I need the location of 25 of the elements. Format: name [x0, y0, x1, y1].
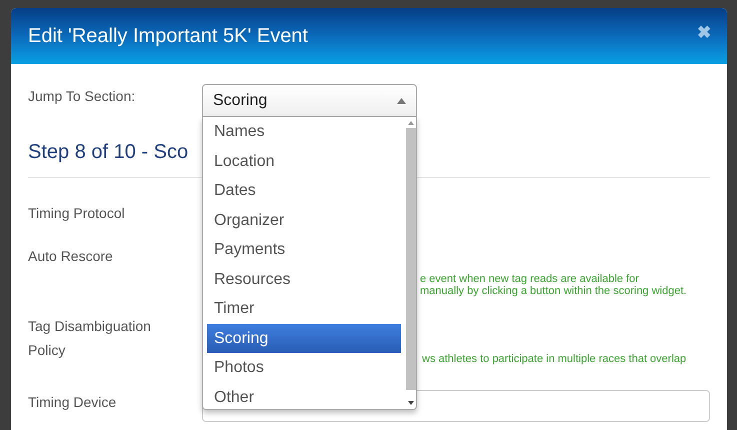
scrollbar-thumb[interactable] [406, 128, 416, 390]
dropdown-option[interactable]: Photos [207, 353, 401, 382]
field-label: Timing Protocol [28, 204, 126, 223]
field-label: Timing Device [28, 393, 118, 412]
dropdown-option[interactable]: Location [207, 146, 401, 176]
dropdown-option[interactable]: Names [207, 117, 401, 146]
caret-icon [397, 98, 406, 104]
dropdown-option[interactable]: Timer [207, 294, 401, 324]
help-text: manually by clicking a button within the scoring widget. [420, 285, 688, 297]
dropdown-option[interactable]: Organizer [207, 206, 401, 235]
section-select[interactable]: Scoring [202, 84, 417, 117]
help-text: e event when new tag reads are available for [420, 273, 640, 285]
step-heading: Step 8 of 10 - Sco [28, 141, 188, 164]
modal-title: Edit 'Really Important 5K' Event [28, 24, 308, 48]
dropdown-option[interactable]: Payments [207, 235, 401, 264]
field-label: Tag Disambiguation Policy [28, 317, 152, 360]
scroll-up-icon[interactable] [408, 121, 414, 125]
dropdown-option[interactable]: Scoring [207, 324, 401, 353]
field-label: Jump To Section: [28, 88, 136, 104]
help-text: ws athletes to participate in multiple races that overlap [422, 353, 688, 365]
dropdown-option[interactable]: Other [207, 382, 401, 412]
field-label: Auto Rescore [28, 247, 114, 266]
dropdown-option[interactable]: Dates [207, 176, 401, 206]
dropdown-option[interactable]: Resources [207, 264, 401, 294]
scroll-down-icon[interactable] [408, 401, 414, 405]
